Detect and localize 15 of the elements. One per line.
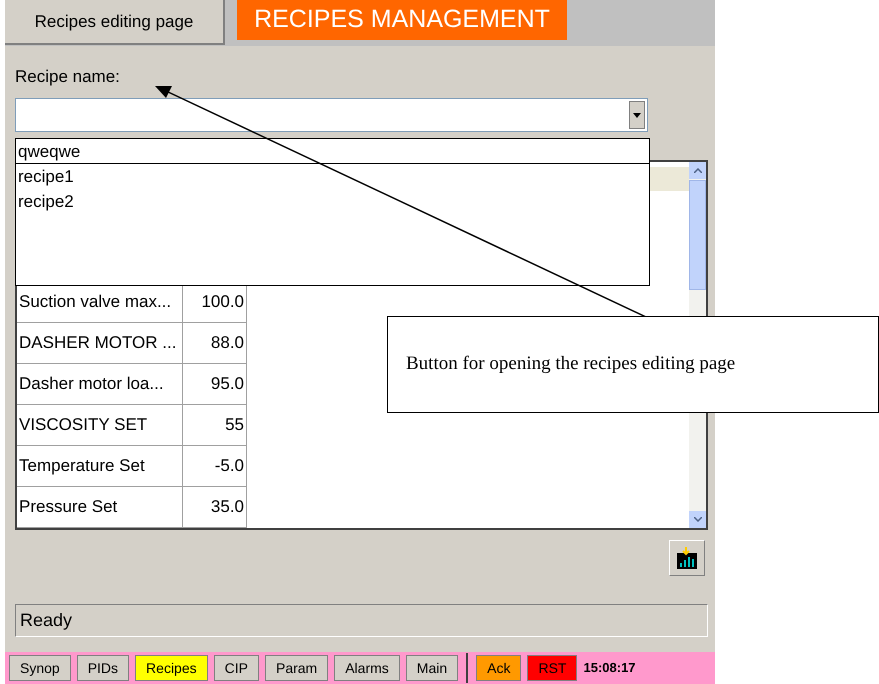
clock-time: 15:08:17 <box>583 659 636 678</box>
parameter-name-cell: Dasher motor loa... <box>17 364 183 404</box>
parameter-name-cell: VISCOSITY SET <box>17 405 183 445</box>
parameter-name-cell: DASHER MOTOR ... <box>17 323 183 363</box>
parameter-value-cell: -5.0 <box>183 446 247 486</box>
parameter-value-cell: 55 <box>183 405 247 445</box>
parameter-value-cell: 35.0 <box>183 487 247 527</box>
page-title: RECIPES MANAGEMENT <box>237 0 567 40</box>
callout-tooltip: Button for opening the recipes editing page <box>387 316 879 413</box>
parameter-name-cell: Pressure Set <box>17 487 183 527</box>
parameter-value-cell: 95.0 <box>183 364 247 404</box>
parameter-name-cell: Temperature Set <box>17 446 183 486</box>
status-bar: Ready <box>15 604 708 637</box>
recipe-name-label: Recipe name: <box>15 66 121 86</box>
parameter-value-cell: 88.0 <box>183 323 247 363</box>
